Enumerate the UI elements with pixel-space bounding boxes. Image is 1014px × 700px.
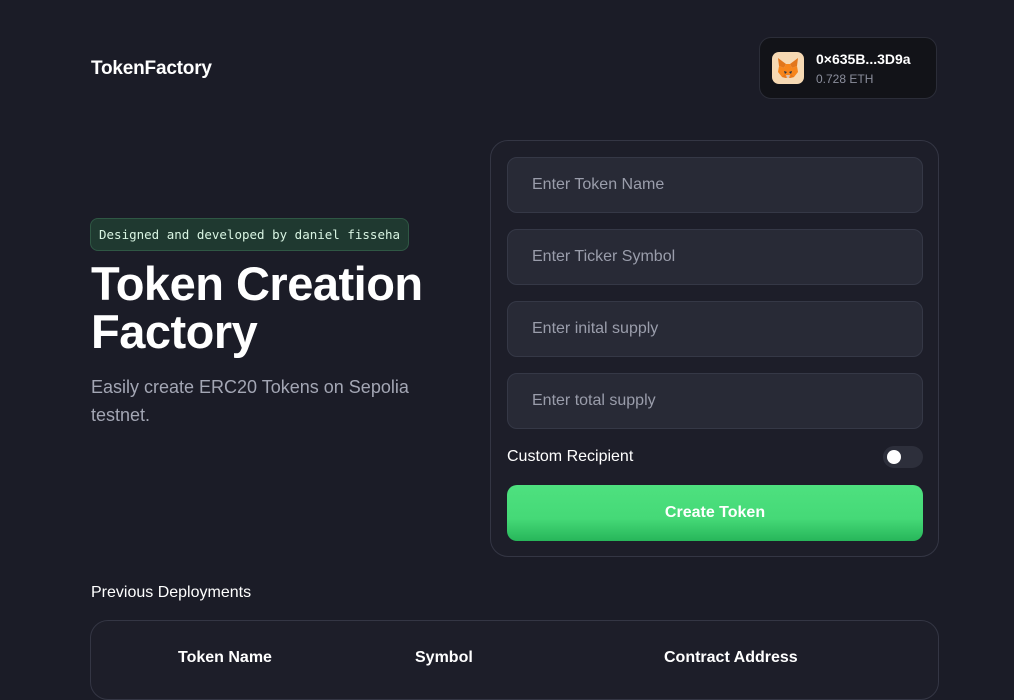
ticker-symbol-input[interactable]: [507, 229, 923, 285]
custom-recipient-toggle[interactable]: [883, 446, 923, 468]
page-title: Token Creation Factory: [91, 257, 423, 358]
brand-logo[interactable]: TokenFactory: [91, 58, 212, 80]
initial-supply-input[interactable]: [507, 301, 923, 357]
column-header-contract-address: Contract Address: [664, 649, 798, 666]
column-header-token-name: Token Name: [178, 649, 272, 666]
custom-recipient-row: Custom Recipient: [507, 445, 923, 469]
wallet-button[interactable]: 0×635B...3D9a 0.728 ETH: [759, 37, 937, 99]
wallet-balance: 0.728 ETH: [816, 71, 874, 86]
token-name-input[interactable]: [507, 157, 923, 213]
custom-recipient-label: Custom Recipient: [507, 448, 634, 465]
page-subtitle: Easily create ERC20 Tokens on Sepolia te…: [91, 377, 409, 425]
metamask-fox-icon: [772, 52, 804, 84]
wallet-address: 0×635B...3D9a: [816, 50, 911, 67]
toggle-knob: [887, 450, 901, 464]
deployments-title: Previous Deployments: [91, 584, 252, 601]
create-token-button[interactable]: Create Token: [507, 485, 923, 541]
column-header-symbol: Symbol: [415, 649, 473, 666]
token-form: Custom Recipient Create Token: [490, 140, 939, 557]
total-supply-input[interactable]: [507, 373, 923, 429]
deployments-table: Token Name Symbol Contract Address: [90, 620, 939, 700]
author-badge: Designed and developed by daniel fisseha: [90, 218, 410, 251]
